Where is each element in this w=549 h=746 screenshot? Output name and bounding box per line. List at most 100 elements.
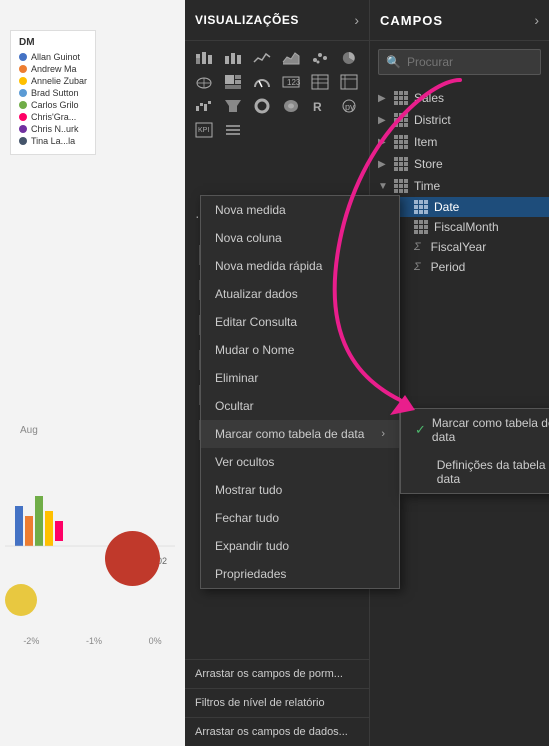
field-district[interactable]: ▶ District [370,109,549,131]
field-label: Item [414,135,437,149]
expand-icon: ▶ [378,115,388,126]
table-field-icon [394,113,408,127]
viz-icon-waterfall[interactable] [191,95,217,117]
viz-section-porm[interactable]: Arrastar os campos de porm... [185,659,369,688]
campos-header: CAMPOS › [370,0,549,41]
viz-icons-grid: 123 R py KPI [185,41,369,147]
context-menu-mudar-nome[interactable]: Mudar o Nome [201,336,399,364]
viz-section-dados[interactable]: Arrastar os campos de dados... [185,717,369,746]
field-label: Sales [414,91,444,105]
expand-icon: ▶ [378,93,388,104]
menu-item-label: Nova medida rápida [215,259,322,273]
menu-item-label: Propriedades [215,567,286,581]
viz-icon-filled-map[interactable] [278,95,304,117]
viz-arrow-icon[interactable]: › [354,12,359,28]
context-menu-expandir-tudo[interactable]: Expandir tudo [201,532,399,560]
sub-item-fiscalmonth[interactable]: FiscalMonth [390,217,549,237]
viz-icon-table[interactable] [307,71,333,93]
context-menu-fechar-tudo[interactable]: Fechar tudo [201,504,399,532]
viz-icon-map[interactable] [191,71,217,93]
viz-icon-donut[interactable] [249,95,275,117]
viz-icon-scatter[interactable] [307,47,333,69]
viz-icon-r-visual[interactable]: R [307,95,333,117]
sub-field-label: FiscalMonth [434,220,499,234]
field-store[interactable]: ▶ Store [370,153,549,175]
viz-icon-kpi[interactable]: KPI [191,119,217,141]
viz-icon-area-chart[interactable] [278,47,304,69]
context-menu-ver-ocultos[interactable]: Ver ocultos [201,448,399,476]
campos-title: CAMPOS [380,13,443,28]
legend-item: Annelie Zubar [19,76,87,86]
context-menu-editar[interactable]: Editar Consulta [201,308,399,336]
legend-label: Andrew Ma [31,64,77,74]
search-input[interactable] [378,49,541,75]
field-time[interactable]: ▼ Time [370,175,549,197]
table-field-icon [414,220,428,234]
legend-item: Allan Guinot [19,52,87,62]
legend-box: DM Allan Guinot Andrew Ma Annelie Zubar … [10,30,96,155]
context-menu-propriedades[interactable]: Propriedades [201,560,399,588]
viz-icon-stacked-bar[interactable] [191,47,217,69]
legend-label: Chris N..urk [31,124,79,134]
viz-icon-gauge[interactable] [249,71,275,93]
legend-item: Carlos Grilo [19,100,87,110]
context-menu-nova-medida[interactable]: Nova medida [201,196,399,224]
sigma-icon: Σ [414,261,421,273]
viz-icon-bar-chart[interactable] [220,47,246,69]
viz-icon-matrix[interactable] [336,71,362,93]
viz-icon-treemap[interactable] [220,71,246,93]
field-label: Time [414,179,440,193]
campos-search[interactable]: 🔍 [378,49,541,75]
sub-item-period[interactable]: Σ Period [390,257,549,277]
legend-label: Annelie Zubar [31,76,87,86]
legend-dot [19,65,27,73]
viz-icon-line-chart[interactable] [249,47,275,69]
context-menu-ocultar[interactable]: Ocultar [201,392,399,420]
legend-dot [19,89,27,97]
expand-icon: ▼ [378,181,388,192]
context-menu-atualizar[interactable]: Atualizar dados [201,280,399,308]
chart-area: DM Allan Guinot Andrew Ma Annelie Zubar … [0,0,185,746]
context-menu-nova-coluna[interactable]: Nova coluna [201,224,399,252]
submenu-item-label: Definições da tabela de data [437,458,549,486]
viz-bottom-sections: Arrastar os campos de porm... Filtros de… [185,659,369,746]
context-menu-eliminar[interactable]: Eliminar [201,364,399,392]
menu-item-label: Nova coluna [215,231,282,245]
sigma-icon: Σ [414,241,421,253]
sub-field-label: Period [431,260,466,274]
viz-icon-slicer[interactable] [220,119,246,141]
axis-label: 0% [149,636,162,646]
menu-item-label: Fechar tudo [215,511,279,525]
viz-icon-pie[interactable] [336,47,362,69]
expand-icon: ▶ [378,159,388,170]
field-label: Store [414,157,443,171]
menu-item-label: Mudar o Nome [215,343,294,357]
viz-icon-python[interactable]: py [336,95,362,117]
table-field-icon [394,179,408,193]
legend-item: Chris N..urk [19,124,87,134]
legend-dot [19,137,27,145]
yellow-dot [5,584,37,616]
submenu-arrow-icon: › [381,428,385,440]
context-menu-mostrar-tudo[interactable]: Mostrar tudo [201,476,399,504]
viz-icon-card[interactable]: 123 [278,71,304,93]
legend-title: DM [19,37,87,48]
sub-field-label: FiscalYear [431,240,487,254]
submenu-item-marcar[interactable]: ✓ Marcar como tabela de data [401,409,549,451]
campos-arrow-icon[interactable]: › [534,12,539,28]
submenu-item-definicoes[interactable]: Definições da tabela de data [401,451,549,493]
context-menu-marcar-tabela[interactable]: Marcar como tabela de data › [201,420,399,448]
legend-dot [19,77,27,85]
viz-header: VISUALIZAÇÕES › [185,0,369,41]
menu-item-label: Expandir tudo [215,539,289,553]
legend-dot [19,101,27,109]
viz-icon-funnel[interactable] [220,95,246,117]
legend-label: Carlos Grilo [31,100,79,110]
viz-section-filtros[interactable]: Filtros de nível de relatório [185,688,369,717]
field-item[interactable]: ▶ Item [370,131,549,153]
submenu-item-label: Marcar como tabela de data [432,416,549,444]
sub-item-date[interactable]: Date [390,197,549,217]
sub-item-fiscalyear[interactable]: Σ FiscalYear [390,237,549,257]
context-menu-nova-medida-rapida[interactable]: Nova medida rápida [201,252,399,280]
field-sales[interactable]: ▶ Sales [370,87,549,109]
